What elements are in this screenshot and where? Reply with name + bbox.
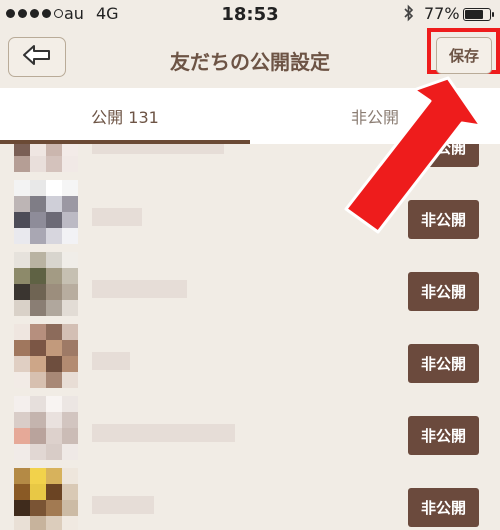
avatar — [14, 324, 78, 388]
make-private-button[interactable]: 非公開 — [408, 488, 479, 527]
blurred-name — [92, 496, 154, 514]
tab-public[interactable]: 公開 131 — [0, 88, 250, 144]
blurred-name — [92, 424, 235, 442]
status-bar: au 4G 18:53 77% — [0, 0, 500, 30]
avatar — [14, 144, 78, 172]
friend-list: 非公開 非公開 非公開 非公開 非公開 非公開 — [0, 144, 500, 530]
make-private-button[interactable]: 非公開 — [408, 144, 479, 167]
battery-level-fill — [465, 10, 483, 19]
avatar — [14, 252, 78, 316]
make-private-button[interactable]: 非公開 — [408, 416, 479, 455]
tab-private[interactable]: 非公開 — [250, 88, 500, 144]
blurred-name — [92, 352, 130, 370]
make-private-button[interactable]: 非公開 — [408, 344, 479, 383]
battery-percent: 77% — [424, 4, 460, 23]
blurred-name — [92, 144, 224, 154]
make-private-button[interactable]: 非公開 — [408, 200, 479, 239]
navigation-bar: 友だちの公開設定 — [0, 30, 500, 89]
list-item: 非公開 — [0, 396, 500, 468]
avatar — [14, 468, 78, 530]
blurred-name — [92, 208, 142, 226]
blurred-name — [92, 280, 187, 298]
list-item: 非公開 — [0, 252, 500, 324]
list-item: 非公開 — [0, 144, 500, 180]
save-button[interactable]: 保存 — [436, 37, 492, 74]
list-item: 非公開 — [0, 468, 500, 530]
avatar — [14, 180, 78, 244]
list-item: 非公開 — [0, 324, 500, 396]
page-title: 友だちの公開設定 — [170, 50, 330, 74]
make-private-button[interactable]: 非公開 — [408, 272, 479, 311]
tab-bar: 公開 131 非公開 — [0, 88, 500, 144]
battery-icon — [463, 8, 494, 21]
list-item: 非公開 — [0, 180, 500, 252]
avatar — [14, 396, 78, 460]
bluetooth-icon — [403, 4, 415, 26]
